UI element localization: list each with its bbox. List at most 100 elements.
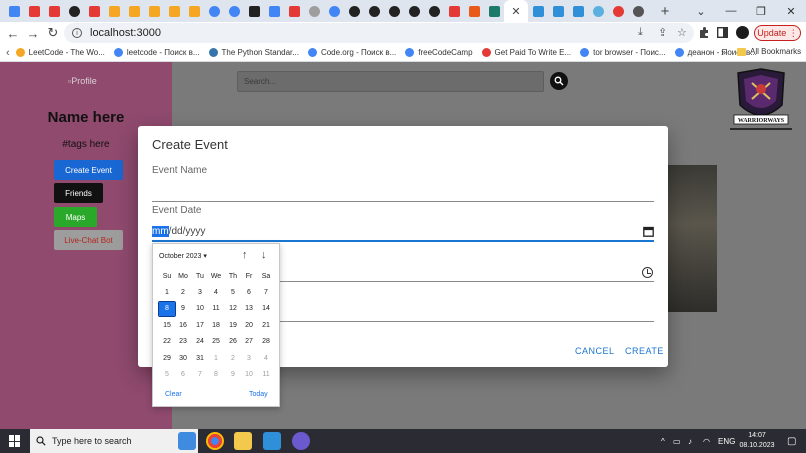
bookmark-item[interactable]: freeCodeCamp	[405, 48, 473, 57]
calendar-day[interactable]: 13	[241, 302, 257, 316]
calendar-icon[interactable]	[643, 226, 654, 237]
search-input[interactable]	[238, 72, 543, 91]
share-icon[interactable]: ⇪	[658, 26, 667, 39]
calendar-day-outside-month[interactable]: 9	[225, 368, 241, 382]
calendar-day[interactable]: 27	[241, 335, 257, 349]
friends-button[interactable]: Friends	[54, 183, 103, 203]
new-tab-button[interactable]: +	[656, 1, 674, 21]
calendar-day[interactable]: 12	[225, 302, 241, 316]
bookmark-star-icon[interactable]: ☆	[677, 26, 687, 39]
browser-tab[interactable]	[264, 1, 284, 21]
calendar-day[interactable]: 14	[258, 302, 274, 316]
calendar-day-outside-month[interactable]: 3	[241, 352, 257, 366]
browser-tab[interactable]	[244, 1, 264, 21]
browser-tab[interactable]	[424, 1, 444, 21]
browser-tab[interactable]	[164, 1, 184, 21]
calendar-day[interactable]: 17	[192, 319, 208, 333]
browser-tab[interactable]	[588, 1, 608, 21]
today-button[interactable]: Today	[249, 391, 268, 398]
browser-tab[interactable]	[384, 1, 404, 21]
month-year-selector[interactable]: October 2023 ▾	[159, 252, 207, 260]
browser-tab[interactable]	[628, 1, 648, 21]
date-rest-segment[interactable]: /dd/yyyy	[169, 226, 206, 237]
calendar-day[interactable]: 2	[175, 286, 191, 300]
bookmarks-overflow-icon[interactable]: »	[721, 47, 726, 57]
maps-button[interactable]: Maps	[54, 207, 97, 227]
clock-icon[interactable]	[642, 267, 653, 278]
calendar-day[interactable]: 22	[159, 335, 175, 349]
browser-tab[interactable]	[484, 1, 504, 21]
calendar-day-outside-month[interactable]: 6	[175, 368, 191, 382]
browser-tab[interactable]	[364, 1, 384, 21]
maximize-button[interactable]: ❐	[746, 0, 776, 22]
browser-tab[interactable]	[64, 1, 84, 21]
close-window-button[interactable]: ✕	[776, 0, 806, 22]
create-event-button[interactable]: Create Event	[54, 160, 123, 180]
calendar-day[interactable]: 20	[241, 319, 257, 333]
calendar-day[interactable]: 3	[192, 286, 208, 300]
taskbar-time[interactable]: 14:07	[742, 432, 772, 439]
update-button[interactable]: Update ⋮	[754, 25, 801, 41]
keyboard-language[interactable]: ENG	[718, 429, 735, 453]
event-date-input[interactable]: mm/dd/yyyy	[152, 226, 205, 237]
chrome-taskbar-icon[interactable]	[206, 432, 224, 450]
clear-date-button[interactable]: Clear	[165, 391, 182, 398]
calendar-day[interactable]: 9	[175, 302, 191, 316]
calendar-day[interactable]: 24	[192, 335, 208, 349]
calendar-day[interactable]: 7	[258, 286, 274, 300]
browser-tab[interactable]	[24, 1, 44, 21]
file-explorer-taskbar-icon[interactable]	[234, 432, 252, 450]
browser-tab[interactable]	[608, 1, 628, 21]
reload-button[interactable]: ↻	[43, 23, 63, 43]
browser-tab[interactable]	[568, 1, 588, 21]
notifications-icon[interactable]: ▢	[787, 429, 796, 453]
minimize-button[interactable]: —	[716, 0, 746, 22]
calendar-day[interactable]: 6	[241, 286, 257, 300]
search-button[interactable]	[550, 72, 568, 90]
profile-avatar[interactable]	[736, 26, 749, 39]
create-button[interactable]: CREATE	[625, 346, 664, 356]
calendar-day-outside-month[interactable]: 1	[208, 352, 224, 366]
tab-search-icon[interactable]: ⌄	[686, 0, 716, 22]
wifi-icon[interactable]: ◠	[703, 429, 710, 453]
event-name-input[interactable]	[152, 201, 654, 202]
browser-tab[interactable]	[4, 1, 24, 21]
bookmark-item[interactable]: Get Paid To Write E...	[481, 48, 571, 57]
active-tab[interactable]: ✕	[504, 0, 528, 22]
browser-tab[interactable]	[304, 1, 324, 21]
vscode-taskbar-icon[interactable]	[263, 432, 281, 450]
calendar-day-outside-month[interactable]: 4	[258, 352, 274, 366]
browser-tab[interactable]	[124, 1, 144, 21]
live-chat-button[interactable]: Live-Chat Bot	[54, 230, 123, 250]
bookmark-item[interactable]: leetcode - Поиск в...	[113, 48, 200, 57]
browser-tab[interactable]	[404, 1, 424, 21]
calendar-day-outside-month[interactable]: 10	[241, 368, 257, 382]
calendar-day[interactable]: 11	[208, 302, 224, 316]
date-month-segment[interactable]: mm	[152, 226, 169, 237]
side-panel-icon[interactable]	[717, 27, 728, 38]
calendar-day[interactable]: 23	[175, 335, 191, 349]
all-bookmarks-button[interactable]: All Bookmarks	[737, 47, 801, 56]
browser-tab[interactable]	[204, 1, 224, 21]
calendar-day[interactable]: 4	[208, 286, 224, 300]
volume-icon[interactable]: ♪	[688, 429, 692, 453]
calendar-day-outside-month[interactable]: 2	[225, 352, 241, 366]
calendar-day[interactable]: 10	[192, 302, 208, 316]
browser-tab[interactable]	[344, 1, 364, 21]
calendar-day[interactable]: 30	[175, 352, 191, 366]
site-info-icon[interactable]: i	[72, 28, 82, 38]
browser-tab[interactable]	[104, 1, 124, 21]
calendar-day[interactable]: 5	[225, 286, 241, 300]
browser-tab[interactable]	[284, 1, 304, 21]
forward-button[interactable]: →	[23, 23, 43, 43]
browser-tab[interactable]	[184, 1, 204, 21]
browser-tab[interactable]	[44, 1, 64, 21]
close-tab-icon[interactable]: ✕	[511, 5, 520, 18]
back-button[interactable]: ←	[3, 23, 23, 43]
calendar-day[interactable]: 16	[175, 319, 191, 333]
calendar-day[interactable]: 29	[159, 352, 175, 366]
extensions-icon[interactable]	[698, 26, 710, 39]
calendar-day-outside-month[interactable]: 11	[258, 368, 274, 382]
browser-tab[interactable]	[444, 1, 464, 21]
calendar-day[interactable]: 19	[225, 319, 241, 333]
